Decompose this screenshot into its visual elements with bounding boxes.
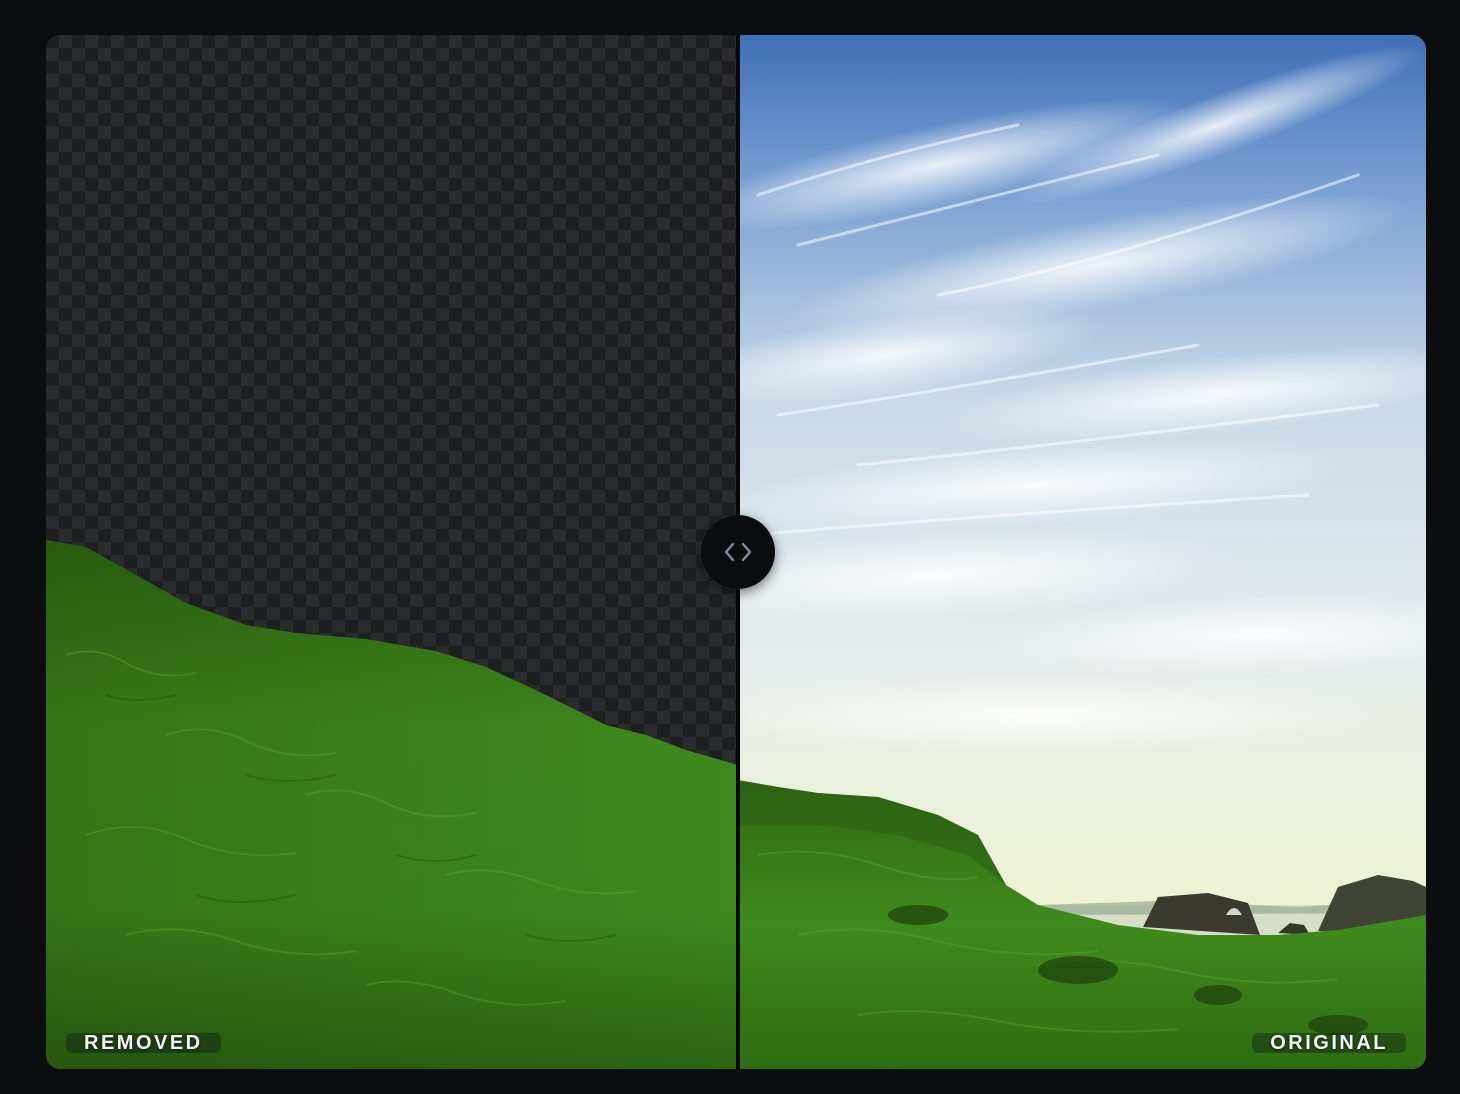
compare-slider-handle[interactable] xyxy=(701,515,775,589)
chevrons-left-right-icon xyxy=(724,542,752,562)
original-label: ORIGINAL xyxy=(1252,1033,1406,1053)
removed-label: REMOVED xyxy=(66,1033,221,1053)
original-image-pane xyxy=(738,35,1426,1069)
original-photo xyxy=(738,35,1426,1069)
removed-image-pane xyxy=(46,35,738,1069)
compare-viewer[interactable]: REMOVED ORIGINAL xyxy=(46,35,1426,1069)
removed-foreground-image xyxy=(46,540,738,1069)
